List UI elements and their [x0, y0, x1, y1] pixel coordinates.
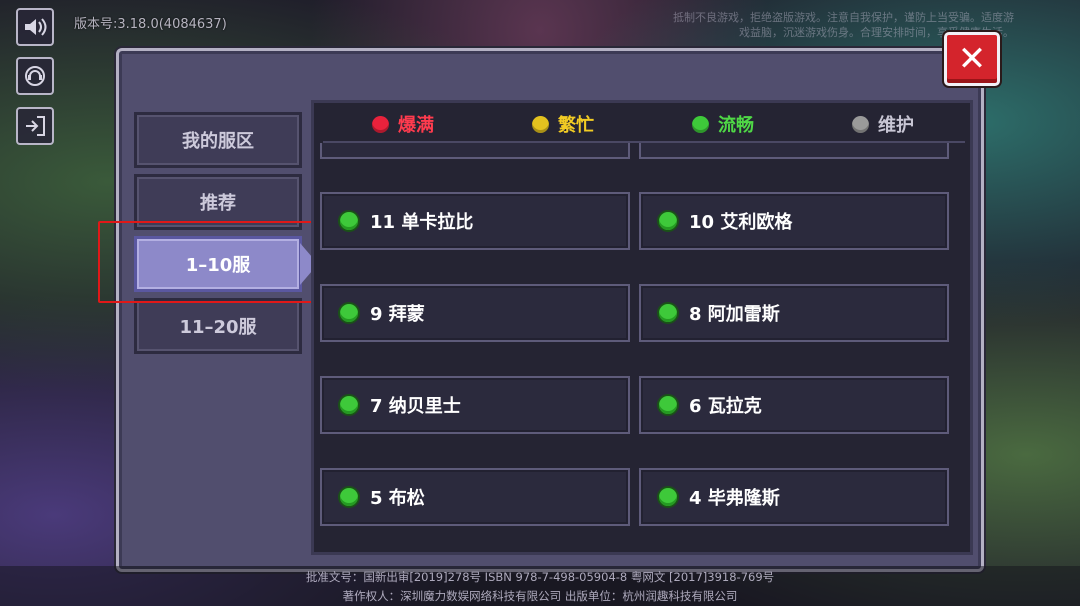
green-status-icon: [659, 212, 677, 230]
server-card-partial: [639, 143, 949, 159]
green-status-icon: [340, 304, 358, 322]
server-name: 8 阿加雷斯: [689, 304, 780, 325]
speaker-icon[interactable]: [16, 8, 54, 46]
legend-full: 爆满: [323, 111, 483, 137]
server-card[interactable]: 9 拜蒙: [320, 284, 630, 342]
server-name: 6 瓦拉克: [689, 396, 762, 417]
gray-status-icon: [852, 115, 869, 133]
tab-my-servers[interactable]: 我的服区: [134, 112, 302, 168]
server-name: 7 纳贝里士: [370, 396, 461, 417]
green-status-icon: [340, 212, 358, 230]
server-name: 9 拜蒙: [370, 304, 425, 325]
server-card[interactable]: 7 纳贝里士: [320, 376, 630, 434]
legend-label: 维护: [878, 115, 914, 136]
server-name: 11 单卡拉比: [370, 212, 474, 233]
green-status-icon: [692, 115, 709, 133]
yellow-status-icon: [532, 115, 549, 133]
legend-smooth: 流畅: [643, 111, 803, 137]
close-icon: ✕: [957, 39, 987, 79]
server-name: 5 布松: [370, 488, 425, 509]
tab-servers-11-20[interactable]: 11–20服: [134, 298, 302, 354]
green-status-icon: [659, 396, 677, 414]
green-status-icon: [340, 488, 358, 506]
legend-maintenance: 维护: [803, 111, 963, 137]
copyright-footer: 批准文号：国新出审[2019]278号 ISBN 978-7-498-05904…: [0, 566, 1080, 606]
selection-highlight-box: [98, 221, 334, 303]
legend-label: 繁忙: [558, 115, 594, 136]
footer-line-copyright: 著作权人：深圳魔力数娱网络科技有限公司 出版单位：杭州润趣科技有限公司: [342, 589, 738, 603]
legend-label: 流畅: [718, 115, 754, 136]
green-status-icon: [340, 396, 358, 414]
server-name: 4 毕弗隆斯: [689, 488, 780, 509]
legend-label: 爆满: [398, 115, 434, 136]
logout-icon[interactable]: [16, 107, 54, 145]
customer-service-icon[interactable]: [16, 57, 54, 95]
close-button[interactable]: ✕: [944, 32, 1000, 86]
server-card[interactable]: 4 毕弗隆斯: [639, 468, 949, 526]
server-card-partial: [320, 143, 630, 159]
footer-line-approval: 批准文号：国新出审[2019]278号 ISBN 978-7-498-05904…: [305, 570, 775, 584]
status-legend: 爆满 繁忙 流畅 维护: [323, 106, 963, 142]
server-card[interactable]: 10 艾利欧格: [639, 192, 949, 250]
server-card[interactable]: 6 瓦拉克: [639, 376, 949, 434]
green-status-icon: [659, 488, 677, 506]
version-label: 版本号:3.18.0(4084637): [74, 17, 227, 32]
server-name: 10 艾利欧格: [689, 212, 793, 233]
server-card[interactable]: 5 布松: [320, 468, 630, 526]
green-status-icon: [659, 304, 677, 322]
legend-busy: 繁忙: [483, 111, 643, 137]
red-status-icon: [372, 115, 389, 133]
server-card[interactable]: 8 阿加雷斯: [639, 284, 949, 342]
server-card[interactable]: 11 单卡拉比: [320, 192, 630, 250]
